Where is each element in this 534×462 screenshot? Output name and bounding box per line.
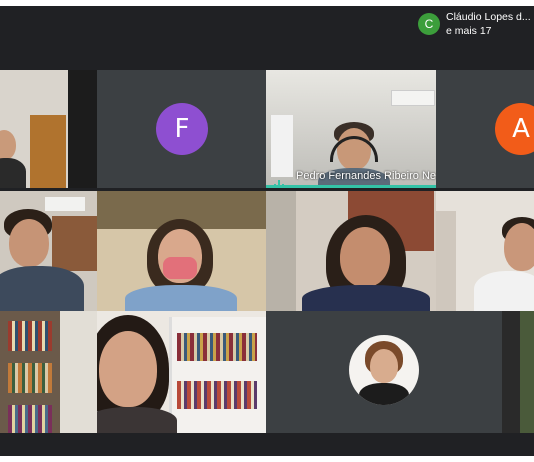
video-tile-r3c1[interactable] bbox=[0, 311, 97, 433]
participant-head bbox=[9, 219, 49, 267]
participant-body bbox=[0, 158, 26, 188]
books bbox=[177, 333, 257, 361]
participant-name: Pedro Fernandes Ribeiro Ne... bbox=[296, 170, 436, 182]
participants-chip[interactable]: C Cláudio Lopes d... e mais 17 bbox=[410, 6, 534, 43]
participant-body bbox=[0, 266, 84, 311]
air-conditioner bbox=[391, 90, 435, 106]
video-tile-r2c3[interactable] bbox=[266, 191, 436, 311]
door bbox=[30, 115, 66, 188]
meeting-grid: F Pedro Fernandes Ribeiro Ne... A C Cláu… bbox=[0, 6, 534, 456]
door-frame bbox=[266, 191, 296, 311]
books bbox=[8, 405, 52, 433]
avatar-letter: F bbox=[174, 114, 190, 144]
dark-panel bbox=[68, 70, 97, 188]
video-tile-r2c2[interactable] bbox=[97, 191, 266, 311]
more-participants-count: e mais 17 bbox=[446, 25, 492, 37]
speaking-indicator-icon bbox=[274, 171, 288, 188]
photo-tile-r3c3[interactable] bbox=[266, 311, 502, 433]
books bbox=[8, 363, 52, 393]
participant-body bbox=[125, 285, 237, 311]
avatar: A bbox=[495, 103, 534, 155]
video-tile-r2c1[interactable] bbox=[0, 191, 97, 311]
window-shutter bbox=[52, 216, 97, 271]
air-conditioner bbox=[45, 197, 85, 211]
participant-head bbox=[370, 349, 398, 383]
participant-avatar: C bbox=[418, 13, 440, 35]
books bbox=[177, 381, 257, 409]
participant-body bbox=[359, 383, 409, 405]
participant-body bbox=[302, 285, 430, 311]
face-mask bbox=[163, 257, 197, 279]
video-tile-r3c2[interactable] bbox=[97, 311, 266, 433]
participant-name: Cláudio Lopes d... bbox=[446, 11, 531, 23]
video-tile-r2c4[interactable] bbox=[436, 191, 534, 311]
video-tile-r1c1[interactable] bbox=[0, 70, 97, 188]
participant-head bbox=[504, 223, 534, 271]
avatar-tile-r1c4[interactable]: A bbox=[436, 70, 534, 188]
avatar: F bbox=[156, 103, 208, 155]
door-frame bbox=[436, 211, 456, 311]
participant-head bbox=[0, 130, 16, 160]
avatar-letter: A bbox=[512, 114, 530, 144]
active-speaker-bar bbox=[266, 185, 436, 188]
avatar-tile-r1c2[interactable]: F bbox=[97, 70, 266, 188]
participant-head bbox=[340, 227, 390, 287]
video-tile-r1c3[interactable]: Pedro Fernandes Ribeiro Ne... bbox=[266, 70, 436, 188]
banner bbox=[271, 115, 293, 177]
books bbox=[8, 321, 52, 351]
participant-body bbox=[97, 407, 177, 433]
plant bbox=[520, 311, 534, 433]
participant-body bbox=[474, 271, 534, 311]
participant-head bbox=[99, 331, 157, 407]
avatar bbox=[349, 335, 419, 405]
video-tile-r3c4[interactable] bbox=[502, 311, 534, 433]
